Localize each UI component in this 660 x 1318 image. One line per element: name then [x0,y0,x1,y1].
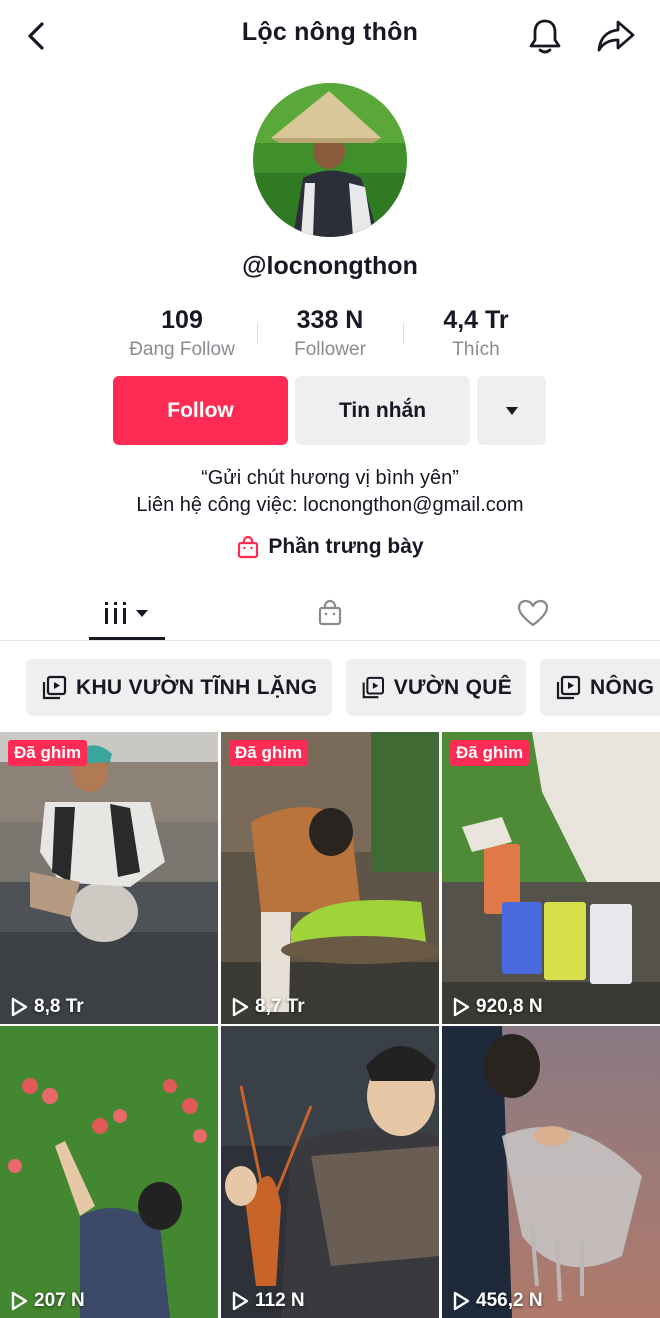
stat-likes-value: 4,4 Tr [443,306,509,334]
view-count: 8,8 Tr [10,996,84,1018]
share-button[interactable] [594,14,638,58]
stat-following-label: Đang Follow [129,339,235,360]
stat-following-value: 109 [161,306,203,334]
video-thumbnail[interactable]: Đã ghim 920,8 N [442,732,660,1024]
playlist-icon [556,675,581,699]
playlist-chip[interactable]: NÔNG [540,659,660,716]
top-bar: Lộc nông thôn [0,0,660,72]
avatar-photo [253,83,407,237]
grid-view-icon [105,602,148,624]
play-icon [453,1291,470,1311]
stat-likes-label: Thích [452,339,500,360]
playlist-chip[interactable]: KHU VƯỜN TĨNH LẶNG [26,659,332,716]
stat-followers-label: Follower [294,339,366,360]
showcase-link[interactable]: Phần trưng bày [0,531,660,563]
playlist-chip[interactable]: VƯỜN QUÊ [346,659,526,716]
bell-icon [529,19,561,54]
pinned-badge: Đã ghim [450,740,530,766]
playlist-row: KHU VƯỜN TĨNH LẶNG VƯỜN QUÊ NÔNG [0,659,660,717]
playlist-icon [42,675,67,699]
play-icon [11,997,28,1017]
view-count: 8,7 Tr [231,996,305,1018]
view-count: 920,8 N [452,996,543,1018]
message-button[interactable]: Tin nhắn [295,376,470,445]
video-thumbnail[interactable]: 456,2 N [442,1026,660,1318]
profile-stats: 109 Đang Follow 338 N Follower 4,4 Tr Th… [100,304,560,366]
notifications-button[interactable] [524,14,566,58]
stat-followers[interactable]: 338 N Follower [255,304,405,364]
view-count-value: 456,2 N [476,1290,543,1311]
view-count-value: 8,7 Tr [255,996,305,1017]
video-thumbnail-image [442,732,660,1024]
view-count-value: 8,8 Tr [34,996,84,1017]
video-thumbnail[interactable]: Đã ghim 8,8 Tr [0,732,218,1024]
stat-following[interactable]: 109 Đang Follow [107,304,257,364]
video-grid: Đã ghim 8,8 Tr Đã ghim 8,7 Tr Đã ghim 92… [0,732,660,1318]
video-thumbnail-image [221,732,439,1024]
stat-followers-value: 338 N [296,306,364,334]
playlist-chip-label: VƯỜN QUÊ [393,675,512,699]
tab-shop[interactable] [295,585,365,641]
more-options-button[interactable] [477,376,546,445]
view-count: 456,2 N [452,1290,543,1312]
video-thumbnail-image [221,1026,439,1318]
profile-handle: @locnongthon [242,252,418,280]
view-count-value: 920,8 N [476,996,543,1017]
view-count-value: 112 N [255,1290,305,1311]
pinned-badge: Đã ghim [8,740,88,766]
playlist-chip-label: NÔNG [590,675,655,699]
dropdown-caret-icon [505,406,518,415]
tab-videos[interactable] [89,585,165,641]
shopping-bag-icon [318,599,342,626]
bio-line-1: “Gửi chút hương vị bình yên” [201,467,459,489]
view-count: 112 N [231,1290,305,1312]
playlist-chip-label: KHU VƯỜN TĨNH LẶNG [76,675,318,699]
play-icon [11,1291,28,1311]
video-thumbnail-image [442,1026,660,1318]
video-thumbnail-image [0,732,218,1024]
follow-button[interactable]: Follow [113,376,288,445]
tab-liked[interactable] [498,585,568,641]
view-count-value: 207 N [34,1290,85,1311]
pinned-badge: Đã ghim [229,740,309,766]
video-thumbnail[interactable]: 207 N [0,1026,218,1318]
showcase-label: Phần trưng bày [268,535,424,558]
play-icon [232,1291,249,1311]
profile-tabs [0,585,660,641]
play-icon [232,997,249,1017]
playlist-icon [362,676,385,698]
play-icon [453,997,470,1017]
stat-likes[interactable]: 4,4 Tr Thích [401,304,551,364]
view-count: 207 N [10,1290,85,1312]
bio-contact: Liên hệ công việc: locnongthon@gmail.com [136,494,524,516]
avatar[interactable] [253,83,407,237]
video-thumbnail[interactable]: 112 N [221,1026,439,1318]
video-thumbnail[interactable]: Đã ghim 8,7 Tr [221,732,439,1024]
heart-icon [517,599,549,627]
shopping-bag-icon [238,535,259,559]
video-thumbnail-image [0,1026,218,1318]
share-arrow-icon [597,20,635,52]
active-tab-indicator [89,637,165,640]
